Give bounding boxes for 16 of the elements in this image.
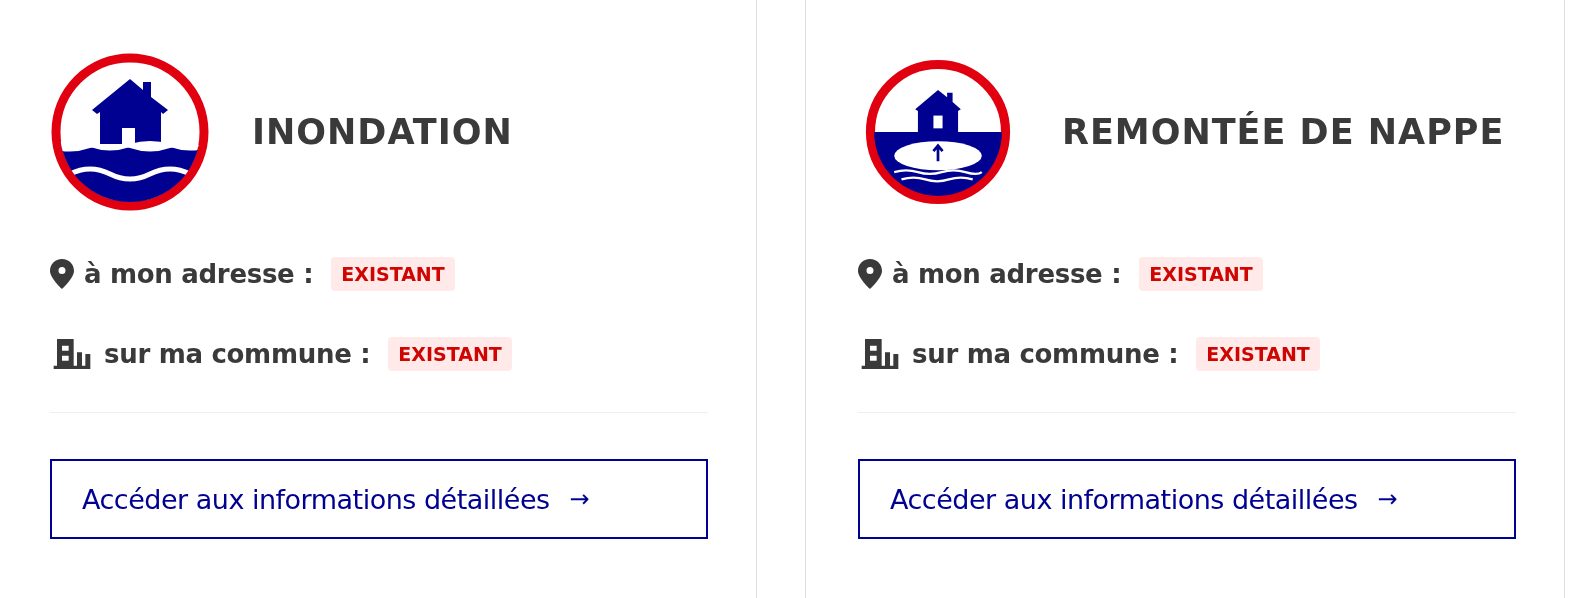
status-badge: EXISTANT <box>1196 337 1320 371</box>
risk-location-label: sur ma commune : <box>912 339 1179 369</box>
risk-title: REMONTÉE DE NAPPE <box>1062 112 1505 152</box>
risk-location-label: à mon adresse : <box>84 259 314 289</box>
status-badge: EXISTANT <box>388 337 512 371</box>
risk-location-label: à mon adresse : <box>892 259 1122 289</box>
details-button[interactable]: Accéder aux informations détaillées → <box>50 459 708 539</box>
location-pin-icon <box>50 259 74 289</box>
risk-location-label: sur ma commune : <box>104 339 371 369</box>
house-over-water-icon <box>865 59 1011 205</box>
details-button[interactable]: Accéder aux informations détaillées → <box>858 459 1516 539</box>
status-badge: EXISTANT <box>1139 257 1263 291</box>
risk-title: INONDATION <box>252 112 513 152</box>
location-pin-icon <box>858 259 882 289</box>
flooded-house-icon <box>50 52 210 212</box>
status-badge: EXISTANT <box>331 257 455 291</box>
